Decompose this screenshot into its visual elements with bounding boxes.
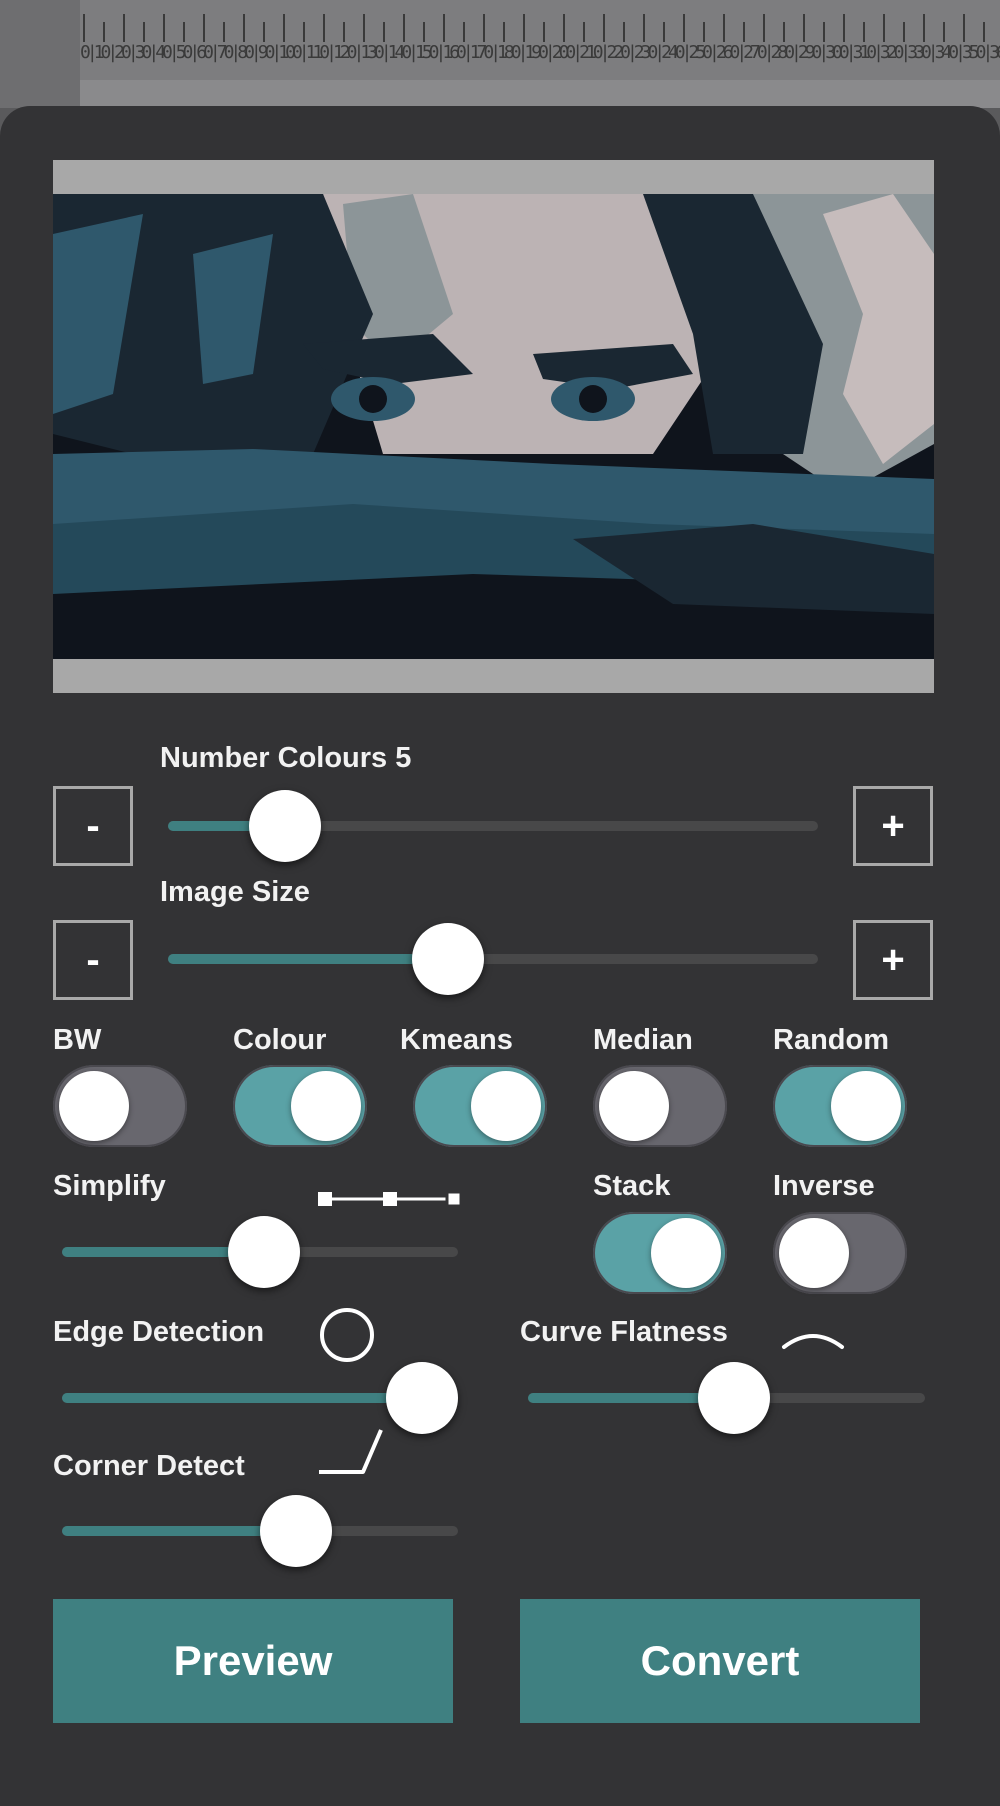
number-colours-minus-button[interactable]: - [53, 786, 133, 866]
inverse-label: Inverse [773, 1170, 875, 1202]
ruler-labels: 0|10|20|30|40|50|60|70|80|90|100|110|120… [80, 42, 1000, 63]
stack-toggle[interactable] [593, 1212, 727, 1294]
curve-icon [782, 1334, 844, 1349]
stack-label: Stack [593, 1170, 671, 1202]
simplify-path-icon [318, 1190, 463, 1208]
kmeans-toggle[interactable] [413, 1065, 547, 1147]
number-colours-slider-thumb[interactable] [249, 790, 321, 862]
convert-button[interactable]: Convert [520, 1599, 920, 1723]
ruler: 0|10|20|30|40|50|60|70|80|90|100|110|120… [0, 0, 1000, 108]
image-size-slider-thumb[interactable] [411, 923, 484, 995]
preview-button[interactable]: Preview [53, 1599, 453, 1723]
corner-detect-label: Corner Detect [53, 1450, 245, 1482]
simplify-label: Simplify [53, 1170, 166, 1202]
median-toggle[interactable] [593, 1065, 727, 1147]
random-toggle[interactable] [773, 1065, 907, 1147]
image-size-plus-button[interactable]: + [853, 920, 933, 1000]
bw-toggle[interactable] [53, 1065, 187, 1147]
toggle-knob [651, 1218, 721, 1288]
preview-frame [53, 160, 934, 693]
kmeans-label: Kmeans [400, 1024, 513, 1056]
ruler-ticks [83, 14, 985, 42]
slider-fill [168, 954, 448, 964]
curve-flatness-slider-thumb[interactable] [698, 1362, 771, 1434]
slider-fill [62, 1393, 423, 1403]
inverse-toggle[interactable] [773, 1212, 907, 1294]
edge-detection-label: Edge Detection [53, 1316, 265, 1348]
image-size-slider[interactable] [168, 954, 818, 964]
curve-flatness-label: Curve Flatness [520, 1316, 728, 1348]
corner-detect-slider-thumb[interactable] [259, 1495, 332, 1567]
toggle-knob [59, 1071, 129, 1141]
circle-icon [320, 1308, 374, 1362]
corner-icon [319, 1429, 383, 1474]
simplify-slider-thumb[interactable] [227, 1216, 300, 1288]
toggle-knob [831, 1071, 901, 1141]
image-size-minus-button[interactable]: - [53, 920, 133, 1000]
random-label: Random [773, 1024, 889, 1056]
bw-label: BW [53, 1024, 102, 1056]
colour-toggle[interactable] [233, 1065, 367, 1147]
toggle-knob [291, 1071, 361, 1141]
toggle-knob [471, 1071, 541, 1141]
image-size-label: Image Size [160, 876, 310, 908]
edge-detection-slider-thumb[interactable] [386, 1362, 459, 1434]
preview-image [53, 194, 934, 659]
toggle-knob [599, 1071, 669, 1141]
median-label: Median [593, 1024, 693, 1056]
number-colours-plus-button[interactable]: + [853, 786, 933, 866]
toggle-knob [779, 1218, 849, 1288]
ruler-lower [80, 80, 1000, 108]
colour-label: Colour [233, 1024, 327, 1056]
number-colours-label: Number Colours 5 [160, 742, 412, 774]
